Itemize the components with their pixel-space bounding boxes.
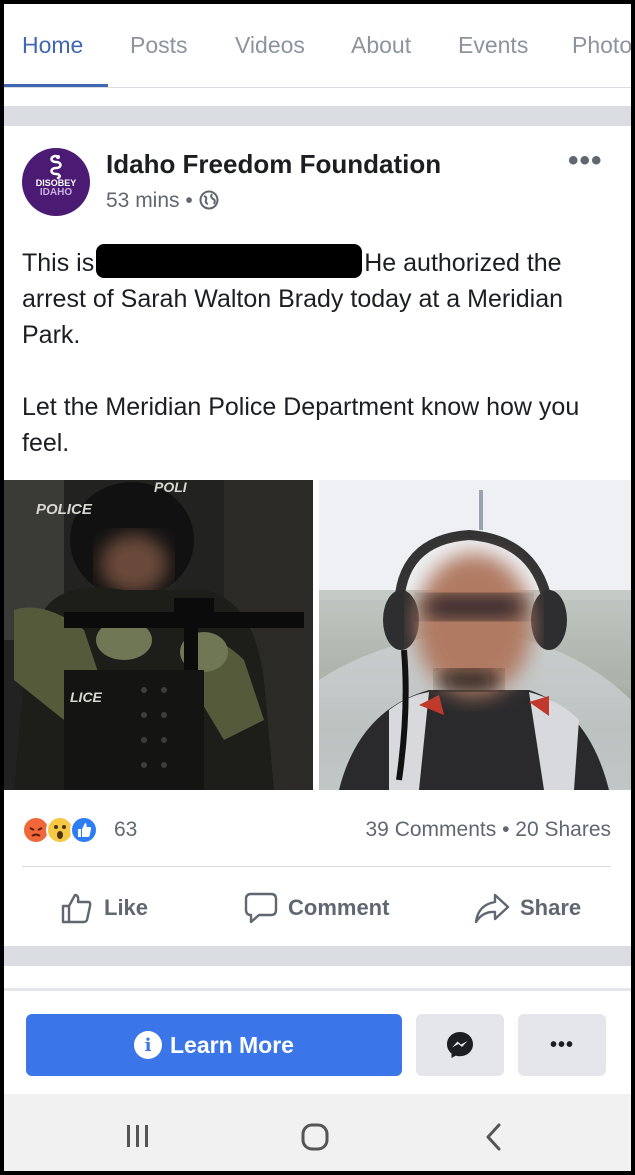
like-button[interactable]: Like [60,888,148,928]
shares-count[interactable]: 20 Shares [515,818,611,841]
messenger-button[interactable] [416,1014,504,1076]
page-tabs: Home Posts Videos About Events Photos [4,4,631,88]
thumbs-up-icon [61,893,92,924]
tab-posts[interactable]: Posts [130,32,188,59]
tab-home[interactable]: Home [22,32,83,59]
comment-icon [244,892,278,924]
reaction-count: 63 [114,818,138,841]
like-icon [70,816,98,844]
more-options-button[interactable]: ••• [518,1014,606,1076]
tab-videos[interactable]: Videos [235,32,305,59]
police-label-sleeve: POLICE [36,501,93,518]
comments-count[interactable]: 39 Comments [366,818,497,841]
share-label: Share [520,895,582,920]
police-label-helmet: POLI [154,480,188,495]
comment-button[interactable]: Comment [244,888,389,928]
app-screen: Home Posts Videos About Events Photos DI… [4,4,631,1171]
post-text: This is He authorized the arrest of Sarah… [22,244,617,461]
learn-more-label: Learn More [170,1031,294,1058]
avatar-line2: IDAHO [39,187,73,198]
recent-apps-icon[interactable] [124,1122,152,1150]
meta-separator: • [185,189,193,212]
back-chevron-icon[interactable] [482,1122,506,1152]
system-nav-bar [4,1094,631,1171]
post-photo-officer[interactable]: POLICE POLI LICE [4,480,313,790]
post-time[interactable]: 53 mins [106,189,180,212]
post-meta: 53 mins • [106,189,219,213]
post-text-paragraph2: Let the Meridian Police Department know … [22,393,580,457]
like-label: Like [104,895,149,920]
share-button[interactable]: Share [474,888,581,928]
post-options-button[interactable]: ••• [568,144,603,178]
home-circle-icon[interactable] [300,1122,330,1152]
pilot-photo-illustration [319,480,631,790]
avatar-logo-text: DISOBEY IDAHO [22,178,90,198]
section-separator-2 [4,946,631,966]
tab-about[interactable]: About [351,32,411,59]
redaction-bar [96,244,363,278]
post-photo-pilot[interactable] [319,480,631,790]
cta-top-border [4,988,631,991]
comment-label: Comment [288,895,390,920]
messenger-icon [447,1032,473,1058]
learn-more-button[interactable]: i Learn More [26,1014,402,1076]
officer-photo-illustration: POLICE POLI LICE [4,480,313,790]
snake-icon [50,154,62,180]
tab-photos[interactable]: Photos [572,32,631,59]
page-avatar[interactable]: DISOBEY IDAHO [22,148,90,216]
stats-separator: • [502,818,510,841]
page-name[interactable]: Idaho Freedom Foundation [106,149,441,180]
post-text-intro: This is [22,249,95,277]
info-icon: i [134,1031,162,1059]
active-tab-indicator [4,84,108,87]
engagement-stats: 39 Comments • 20 Shares [366,818,612,842]
tab-events[interactable]: Events [458,32,528,59]
police-label-vest: LICE [70,689,103,705]
share-arrow-icon [474,893,510,924]
action-divider [22,866,611,867]
section-separator [4,106,631,126]
globe-icon [199,190,219,210]
